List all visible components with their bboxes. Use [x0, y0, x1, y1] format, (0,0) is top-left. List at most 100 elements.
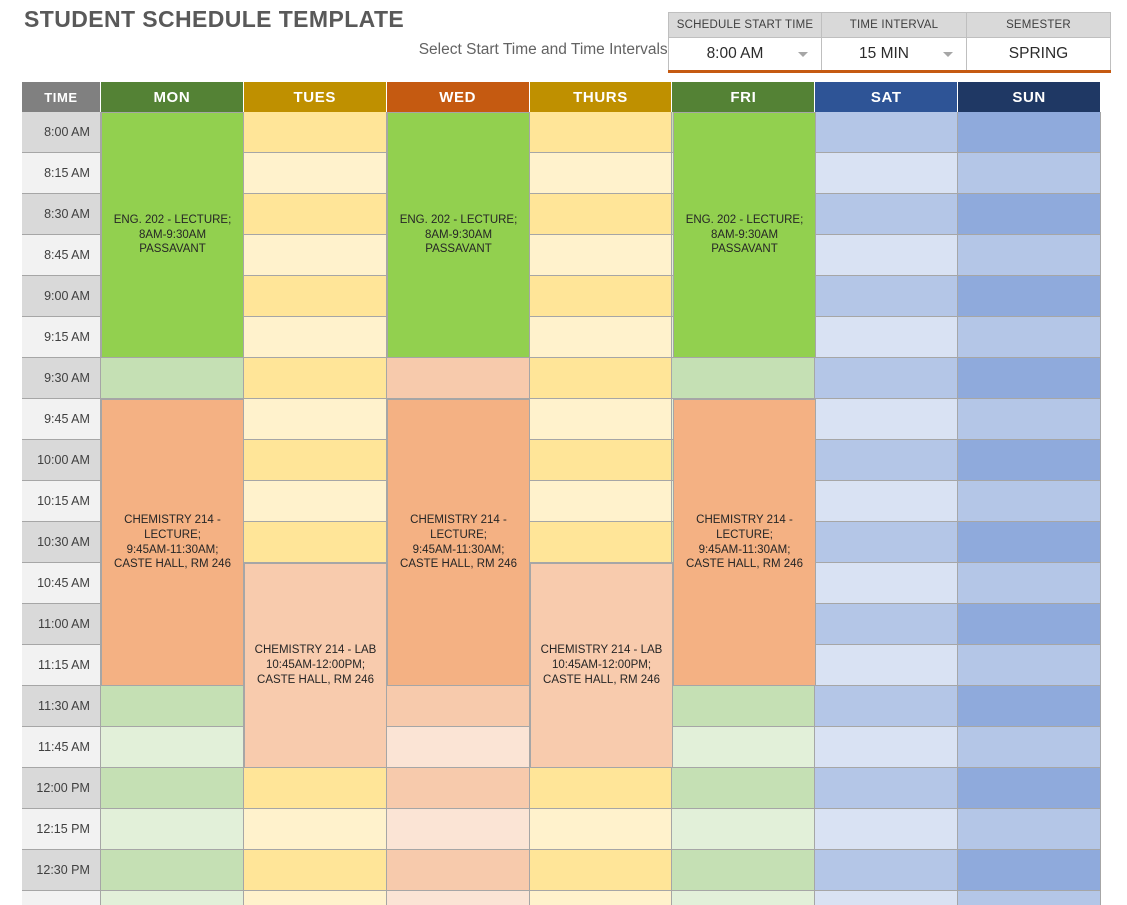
control-body-time-interval[interactable]: 15 MIN: [822, 38, 966, 70]
slot-mon-14[interactable]: [100, 686, 244, 727]
slot-sat-9[interactable]: [815, 481, 959, 522]
event-block[interactable]: CHEMISTRY 214 - LAB 10:45AM-12:00PM; CAS…: [530, 563, 673, 768]
slot-sat-6[interactable]: [815, 358, 959, 399]
slot-sat-0[interactable]: [815, 112, 959, 153]
slot-sat-3[interactable]: [815, 235, 959, 276]
slot-thurs-19[interactable]: [529, 891, 673, 905]
slot-sat-15[interactable]: [815, 727, 959, 768]
slot-sat-8[interactable]: [815, 440, 959, 481]
slot-sat-13[interactable]: [815, 645, 959, 686]
event-block[interactable]: CHEMISTRY 214 - LECTURE; 9:45AM-11:30AM;…: [101, 399, 244, 686]
slot-tues-3[interactable]: [243, 235, 387, 276]
event-block[interactable]: ENG. 202 - LECTURE; 8AM-9:30AM PASSAVANT: [387, 112, 530, 358]
slot-tues-2[interactable]: [243, 194, 387, 235]
slot-thurs-10[interactable]: [529, 522, 673, 563]
slot-fri-14[interactable]: [672, 686, 816, 727]
slot-wed-19[interactable]: [386, 891, 530, 905]
slot-tues-19[interactable]: [243, 891, 387, 905]
slot-thurs-8[interactable]: [529, 440, 673, 481]
slot-tues-1[interactable]: [243, 153, 387, 194]
slot-sun-3[interactable]: [958, 235, 1101, 276]
slot-sun-12[interactable]: [958, 604, 1101, 645]
event-block[interactable]: ENG. 202 - LECTURE; 8AM-9:30AM PASSAVANT: [673, 112, 816, 358]
slot-sun-5[interactable]: [958, 317, 1101, 358]
slot-sun-17[interactable]: [958, 809, 1101, 850]
slot-tues-9[interactable]: [243, 481, 387, 522]
slot-sat-12[interactable]: [815, 604, 959, 645]
slot-sun-7[interactable]: [958, 399, 1101, 440]
slot-sat-17[interactable]: [815, 809, 959, 850]
slot-wed-18[interactable]: [386, 850, 530, 891]
slot-tues-5[interactable]: [243, 317, 387, 358]
slot-tues-18[interactable]: [243, 850, 387, 891]
slot-thurs-0[interactable]: [529, 112, 673, 153]
slot-sat-1[interactable]: [815, 153, 959, 194]
control-time-interval[interactable]: TIME INTERVAL 15 MIN: [821, 12, 966, 70]
slot-tues-6[interactable]: [243, 358, 387, 399]
slot-sat-10[interactable]: [815, 522, 959, 563]
slot-fri-15[interactable]: [672, 727, 816, 768]
slot-fri-16[interactable]: [672, 768, 816, 809]
slot-thurs-1[interactable]: [529, 153, 673, 194]
slot-sun-10[interactable]: [958, 522, 1101, 563]
slot-mon-18[interactable]: [100, 850, 244, 891]
slot-tues-8[interactable]: [243, 440, 387, 481]
slot-wed-15[interactable]: [386, 727, 530, 768]
slot-sun-11[interactable]: [958, 563, 1101, 604]
event-block[interactable]: CHEMISTRY 214 - LECTURE; 9:45AM-11:30AM;…: [673, 399, 816, 686]
event-block[interactable]: CHEMISTRY 214 - LECTURE; 9:45AM-11:30AM;…: [387, 399, 530, 686]
slot-sun-1[interactable]: [958, 153, 1101, 194]
slot-sat-11[interactable]: [815, 563, 959, 604]
slot-sun-13[interactable]: [958, 645, 1101, 686]
slot-sat-4[interactable]: [815, 276, 959, 317]
slot-fri-17[interactable]: [672, 809, 816, 850]
slot-mon-16[interactable]: [100, 768, 244, 809]
control-body-schedule-start-time[interactable]: 8:00 AM: [669, 38, 821, 70]
slot-sat-19[interactable]: [815, 891, 959, 905]
slot-sun-14[interactable]: [958, 686, 1101, 727]
slot-sat-14[interactable]: [815, 686, 959, 727]
slot-sun-0[interactable]: [958, 112, 1101, 153]
slot-mon-17[interactable]: [100, 809, 244, 850]
slot-wed-6[interactable]: [386, 358, 530, 399]
slot-thurs-16[interactable]: [529, 768, 673, 809]
slot-tues-0[interactable]: [243, 112, 387, 153]
slot-sat-5[interactable]: [815, 317, 959, 358]
control-schedule-start-time[interactable]: SCHEDULE START TIME 8:00 AM: [668, 12, 821, 70]
slot-sun-6[interactable]: [958, 358, 1101, 399]
slot-mon-6[interactable]: [100, 358, 244, 399]
slot-thurs-2[interactable]: [529, 194, 673, 235]
slot-sun-19[interactable]: [958, 891, 1101, 905]
slot-tues-16[interactable]: [243, 768, 387, 809]
slot-sat-16[interactable]: [815, 768, 959, 809]
slot-tues-10[interactable]: [243, 522, 387, 563]
slot-thurs-4[interactable]: [529, 276, 673, 317]
slot-mon-19[interactable]: [100, 891, 244, 905]
slot-tues-4[interactable]: [243, 276, 387, 317]
slot-sat-7[interactable]: [815, 399, 959, 440]
slot-thurs-17[interactable]: [529, 809, 673, 850]
slot-wed-17[interactable]: [386, 809, 530, 850]
chevron-down-icon[interactable]: [943, 52, 953, 57]
slot-thurs-9[interactable]: [529, 481, 673, 522]
slot-sun-15[interactable]: [958, 727, 1101, 768]
event-block[interactable]: ENG. 202 - LECTURE; 8AM-9:30AM PASSAVANT: [101, 112, 244, 358]
chevron-down-icon[interactable]: [798, 52, 808, 57]
slot-fri-18[interactable]: [672, 850, 816, 891]
slot-sat-18[interactable]: [815, 850, 959, 891]
event-block[interactable]: CHEMISTRY 214 - LAB 10:45AM-12:00PM; CAS…: [244, 563, 387, 768]
slot-mon-15[interactable]: [100, 727, 244, 768]
slot-sun-18[interactable]: [958, 850, 1101, 891]
slot-fri-6[interactable]: [672, 358, 816, 399]
slot-sun-8[interactable]: [958, 440, 1101, 481]
slot-wed-14[interactable]: [386, 686, 530, 727]
slot-sun-16[interactable]: [958, 768, 1101, 809]
slot-tues-17[interactable]: [243, 809, 387, 850]
slot-thurs-18[interactable]: [529, 850, 673, 891]
slot-sun-2[interactable]: [958, 194, 1101, 235]
slot-tues-7[interactable]: [243, 399, 387, 440]
slot-thurs-7[interactable]: [529, 399, 673, 440]
slot-sat-2[interactable]: [815, 194, 959, 235]
slot-sun-9[interactable]: [958, 481, 1101, 522]
slot-fri-19[interactable]: [672, 891, 816, 905]
